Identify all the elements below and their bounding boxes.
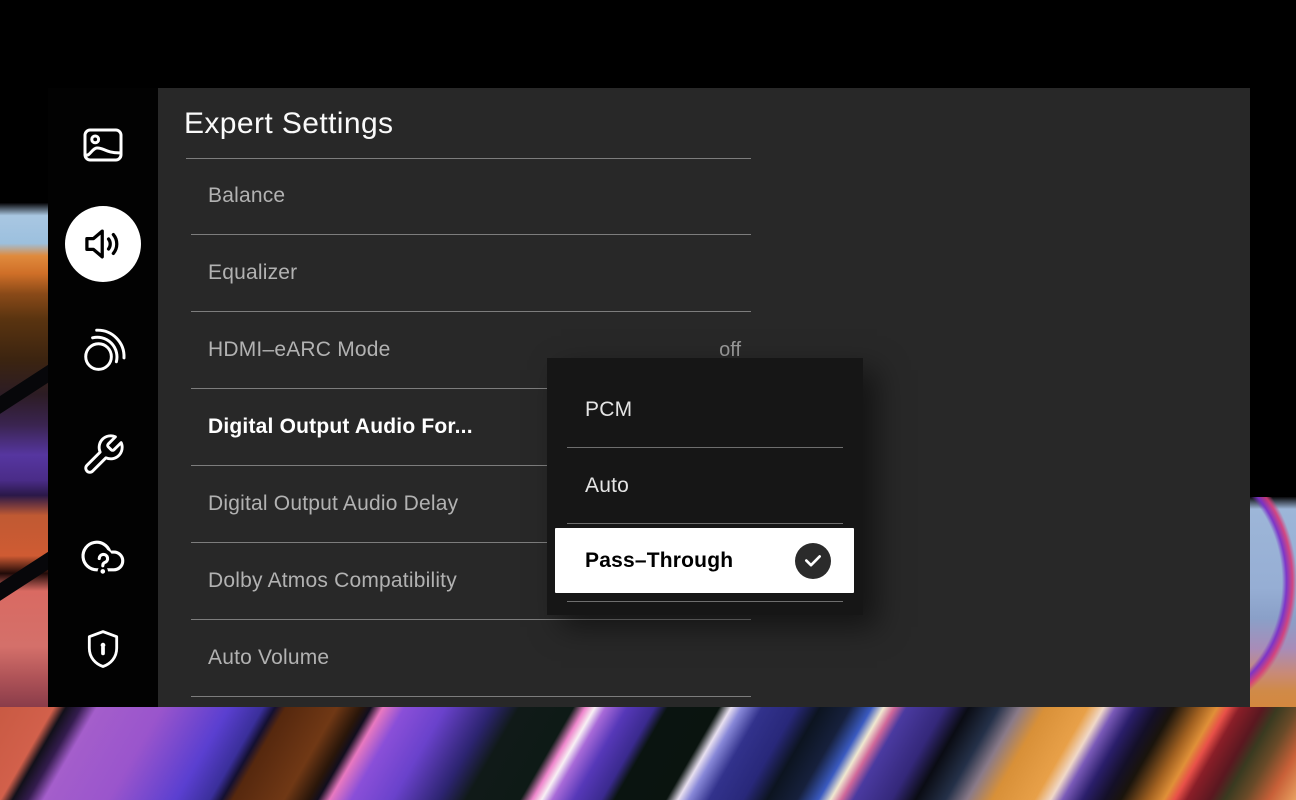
sidebar-item-support[interactable] — [78, 531, 128, 581]
speaker-icon — [80, 221, 126, 267]
wallpaper-stripe — [0, 344, 48, 427]
settings-row-balance[interactable]: Balance — [191, 158, 751, 235]
row-label: Balance — [208, 184, 285, 208]
row-label: Equalizer — [208, 261, 297, 285]
sidebar-item-broadcasting[interactable] — [77, 325, 129, 377]
audio-format-dropdown: PCM Auto Pass–Through — [547, 358, 863, 615]
row-label: Digital Output Audio Delay — [208, 492, 458, 516]
row-label: Auto Volume — [208, 646, 329, 670]
check-icon — [795, 543, 831, 579]
divider — [567, 601, 843, 602]
row-label: Dolby Atmos Compatibility — [208, 569, 457, 593]
option-label: Auto — [585, 474, 629, 498]
wallpaper-left-strip — [0, 203, 48, 707]
sidebar-item-general[interactable] — [80, 432, 126, 478]
cloud-question-icon — [78, 531, 128, 581]
settings-sidebar — [48, 88, 158, 707]
wallpaper-stripe — [0, 531, 48, 614]
broadcast-icon — [77, 325, 129, 377]
page-title: Expert Settings — [184, 107, 393, 141]
option-label: PCM — [585, 398, 632, 422]
wrench-icon — [80, 432, 126, 478]
option-pass-through[interactable]: Pass–Through — [555, 528, 854, 593]
wallpaper-bottom-band — [0, 707, 1296, 800]
row-label: HDMI–eARC Mode — [208, 338, 391, 362]
option-auto[interactable]: Auto — [567, 448, 843, 524]
settings-row-auto-volume[interactable]: Auto Volume — [191, 620, 751, 697]
picture-icon — [79, 121, 127, 169]
option-pcm[interactable]: PCM — [567, 372, 843, 448]
option-label: Pass–Through — [585, 549, 733, 573]
sidebar-item-privacy[interactable] — [81, 626, 126, 674]
sidebar-item-sound[interactable] — [65, 206, 141, 282]
settings-row-equalizer[interactable]: Equalizer — [191, 235, 751, 312]
sidebar-item-picture[interactable] — [79, 121, 127, 169]
row-label: Digital Output Audio For... — [208, 415, 473, 439]
shield-icon — [81, 626, 126, 674]
